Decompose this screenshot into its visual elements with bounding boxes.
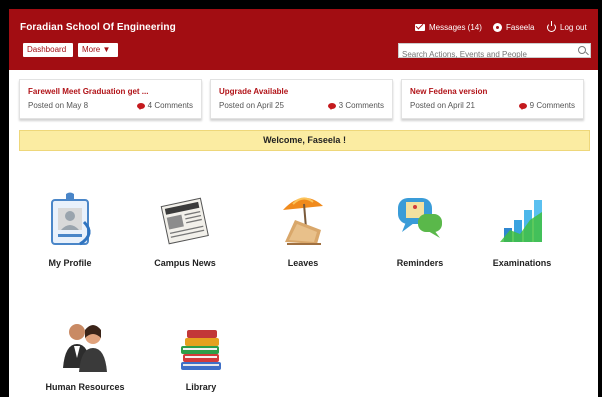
reminder-chat-icon [398,198,442,238]
module-label[interactable]: Campus News [140,258,230,268]
notification-card[interactable]: Farewell Meet Graduation get ... Posted … [19,79,202,119]
comment-count: 9 Comments [529,101,575,110]
envelope-icon [415,24,425,31]
module-examinations[interactable]: Examinations [477,192,567,277]
tab-dashboard[interactable]: Dashboard [23,43,73,57]
notification-card[interactable]: New Fedena version Posted on April 21 9 … [401,79,584,119]
notification-title[interactable]: New Fedena version [410,87,487,96]
logout-link[interactable]: Log out [547,21,587,32]
module-reminders[interactable]: Reminders [375,192,465,277]
module-human-resources[interactable]: Human Resources [40,318,130,398]
module-label[interactable]: Reminders [375,258,465,268]
notification-comments[interactable]: 9 Comments [518,101,575,110]
gear-icon [493,23,502,32]
notification-title[interactable]: Upgrade Available [219,87,288,96]
search-icon[interactable] [578,46,586,54]
user-menu-link[interactable]: Faseela [493,23,534,32]
messages-label: Messages (14) [429,23,482,32]
welcome-banner: Welcome, Faseela ! [19,130,590,151]
frame-border-right [598,0,602,397]
module-campus-news[interactable]: Campus News [140,192,230,277]
module-leaves[interactable]: Leaves [258,192,348,277]
bar-chart-icon [500,200,542,242]
notification-title[interactable]: Farewell Meet Graduation get ... [28,87,148,96]
books-icon [181,330,221,370]
module-label[interactable]: Leaves [258,258,348,268]
power-icon [547,21,556,32]
comment-count: 4 Comments [147,101,193,110]
messages-link[interactable]: Messages (14) [415,23,482,32]
comment-bubble-icon [518,102,527,110]
frame-border-left [0,0,9,397]
notification-comments[interactable]: 3 Comments [327,101,384,110]
people-icon [63,324,107,372]
tab-more[interactable]: More ▼ [78,43,118,57]
notification-date: Posted on April 21 [410,101,475,110]
comment-count: 3 Comments [338,101,384,110]
module-label[interactable]: Library [156,382,246,392]
notification-comments[interactable]: 4 Comments [136,101,193,110]
notification-date: Posted on April 25 [219,101,284,110]
id-badge-icon [51,192,91,246]
notification-card[interactable]: Upgrade Available Posted on April 25 3 C… [210,79,393,119]
notification-date: Posted on May 8 [28,101,89,110]
top-header: Foradian School Of Engineering Messages … [9,9,598,70]
beach-chair-icon [283,197,323,245]
module-label[interactable]: Human Resources [40,382,130,392]
newspaper-icon [160,197,209,245]
comment-bubble-icon [327,102,336,110]
user-name: Faseela [506,23,535,32]
school-name[interactable]: Foradian School Of Engineering [20,22,176,33]
module-label[interactable]: My Profile [25,258,115,268]
search-box [398,43,591,61]
logout-label: Log out [560,23,587,32]
frame-border-top [0,0,602,9]
module-library[interactable]: Library [156,318,246,398]
module-label[interactable]: Examinations [477,258,567,268]
module-my-profile[interactable]: My Profile [25,192,115,277]
comment-bubble-icon [136,102,145,110]
search-input[interactable] [399,48,575,61]
